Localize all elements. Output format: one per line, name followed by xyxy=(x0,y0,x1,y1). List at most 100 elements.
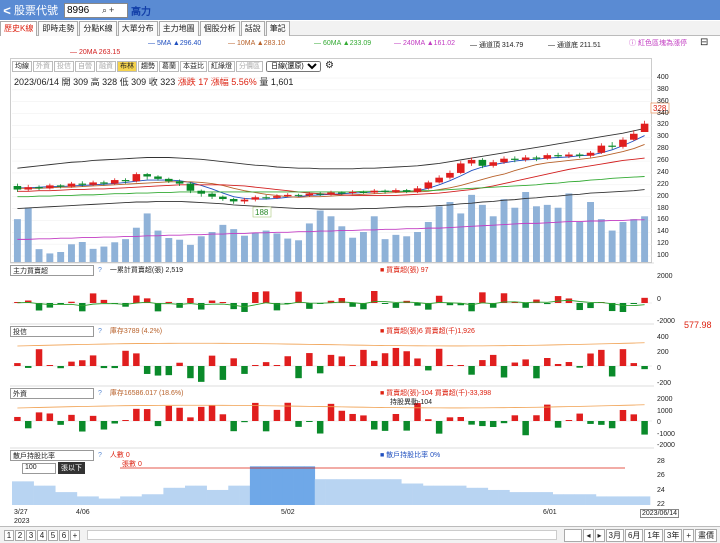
candle-body xyxy=(413,188,422,192)
sub-axis-tick-label: 0 xyxy=(657,295,661,303)
flow-bar xyxy=(133,295,140,303)
sub-axis-tick-label: 2000 xyxy=(657,396,673,403)
bottom-bar: 1 2 3 4 5 6 + ◂ ▸ 3月 6月 1年 3年 + 畫價 xyxy=(0,526,720,543)
volume-bar xyxy=(186,244,194,262)
panel2-side-value: 577.98 xyxy=(684,320,712,330)
volume-bar xyxy=(619,222,627,262)
flow-bar xyxy=(295,421,302,427)
volume-bar xyxy=(46,253,54,262)
volume-bar xyxy=(359,232,367,262)
scroll-track[interactable] xyxy=(87,530,558,540)
flow-bar xyxy=(446,417,454,421)
price-tick-label: 280 xyxy=(657,145,669,153)
candle-body xyxy=(175,181,184,184)
volume-bar xyxy=(230,229,238,262)
flow-bar xyxy=(435,421,443,434)
retail-area xyxy=(239,485,251,505)
candle-body xyxy=(13,185,22,190)
panel2-select[interactable]: 投信 xyxy=(10,325,94,337)
price-tick-label: 300 xyxy=(657,133,669,141)
retail-area xyxy=(66,492,78,505)
page-6[interactable]: 6 xyxy=(59,529,69,541)
flow-bar xyxy=(576,303,583,311)
range-3m-button[interactable]: 3月 xyxy=(605,528,624,542)
range-6m-button[interactable]: 6月 xyxy=(624,528,644,542)
retail-area xyxy=(639,496,651,505)
help-icon[interactable]: ? xyxy=(98,328,102,335)
page-add[interactable]: + xyxy=(70,529,80,541)
scroll-right-icon[interactable]: ▸ xyxy=(594,528,605,542)
scroll-left-icon[interactable]: ◂ xyxy=(583,528,594,542)
retail-area xyxy=(585,494,597,505)
help-icon[interactable]: ? xyxy=(98,390,102,397)
range-1y-button[interactable]: 1年 xyxy=(644,528,663,542)
retail-area xyxy=(628,496,640,505)
volume-bar xyxy=(111,242,119,262)
flow-bar xyxy=(89,355,97,366)
flow-bar xyxy=(554,296,562,303)
volume-bar xyxy=(468,194,476,262)
candle-body xyxy=(89,182,97,185)
flow-bar xyxy=(598,421,605,425)
page-3[interactable]: 3 xyxy=(26,529,36,541)
range-add-button[interactable]: + xyxy=(683,528,694,542)
flow-bar xyxy=(544,303,551,305)
panel3-select[interactable]: 外資 xyxy=(10,387,94,399)
flow-bar xyxy=(57,421,64,425)
candle-body xyxy=(500,158,508,163)
sub-axis-tick-label: -2000 xyxy=(657,318,675,325)
flow-bar xyxy=(165,366,173,376)
lots-select[interactable]: 100 xyxy=(22,462,56,474)
flow-bar xyxy=(46,303,54,308)
retail-area xyxy=(379,479,391,505)
panel4-line2: ■ 散戶持股比率 0% xyxy=(380,452,441,459)
price-tick-label: 260 xyxy=(657,157,669,165)
retail-area xyxy=(12,481,24,505)
flow-bar xyxy=(295,366,302,379)
flow-bar xyxy=(219,366,227,380)
range-3y-button[interactable]: 3年 xyxy=(663,528,683,542)
page-1[interactable]: 1 xyxy=(4,529,14,541)
flow-bar xyxy=(371,421,378,430)
candle-body xyxy=(586,152,595,156)
flow-bar xyxy=(143,366,151,374)
flow-bar xyxy=(79,421,86,432)
retail-area xyxy=(412,483,424,505)
volume-bar xyxy=(305,223,313,262)
flow-bar xyxy=(619,409,627,421)
volume-bar xyxy=(122,239,130,262)
volume-bar xyxy=(13,219,21,262)
flow-bar xyxy=(14,363,21,366)
candle-body xyxy=(478,159,487,166)
page-5[interactable]: 5 xyxy=(48,529,58,541)
flow-bar xyxy=(208,405,216,421)
candle-body xyxy=(456,163,465,173)
panel4-select[interactable]: 散戶持股比率 xyxy=(10,449,94,461)
flow-bar xyxy=(522,421,529,436)
help-icon[interactable]: ? xyxy=(98,452,102,459)
flow-bar xyxy=(284,402,291,421)
flow-bar xyxy=(587,303,594,309)
help-icon[interactable]: ? xyxy=(98,267,102,274)
panel1-select[interactable]: 主力買賣超 xyxy=(10,264,94,276)
draw-price-button[interactable]: 畫價 xyxy=(695,528,717,542)
volume-bar xyxy=(392,234,400,262)
page-2[interactable]: 2 xyxy=(15,529,25,541)
date-label-3: 5/02 xyxy=(281,509,295,516)
candle-body xyxy=(78,183,87,185)
flow-bar xyxy=(392,413,400,421)
flow-bar xyxy=(100,299,108,303)
candle-body xyxy=(186,183,195,191)
volume-bar xyxy=(381,239,389,262)
page-4[interactable]: 4 xyxy=(37,529,47,541)
flow-bar xyxy=(176,407,183,421)
flow-bar xyxy=(479,292,486,303)
lots-filter: 100 張以下 xyxy=(22,462,85,474)
flow-bar xyxy=(533,366,540,379)
scroll-box[interactable] xyxy=(564,528,583,542)
flow-bar xyxy=(176,362,183,366)
retail-area xyxy=(120,496,132,505)
flow-bar xyxy=(133,408,140,421)
panel3-line3: 持股異動-104 xyxy=(390,399,433,406)
flow-bar xyxy=(533,415,540,421)
